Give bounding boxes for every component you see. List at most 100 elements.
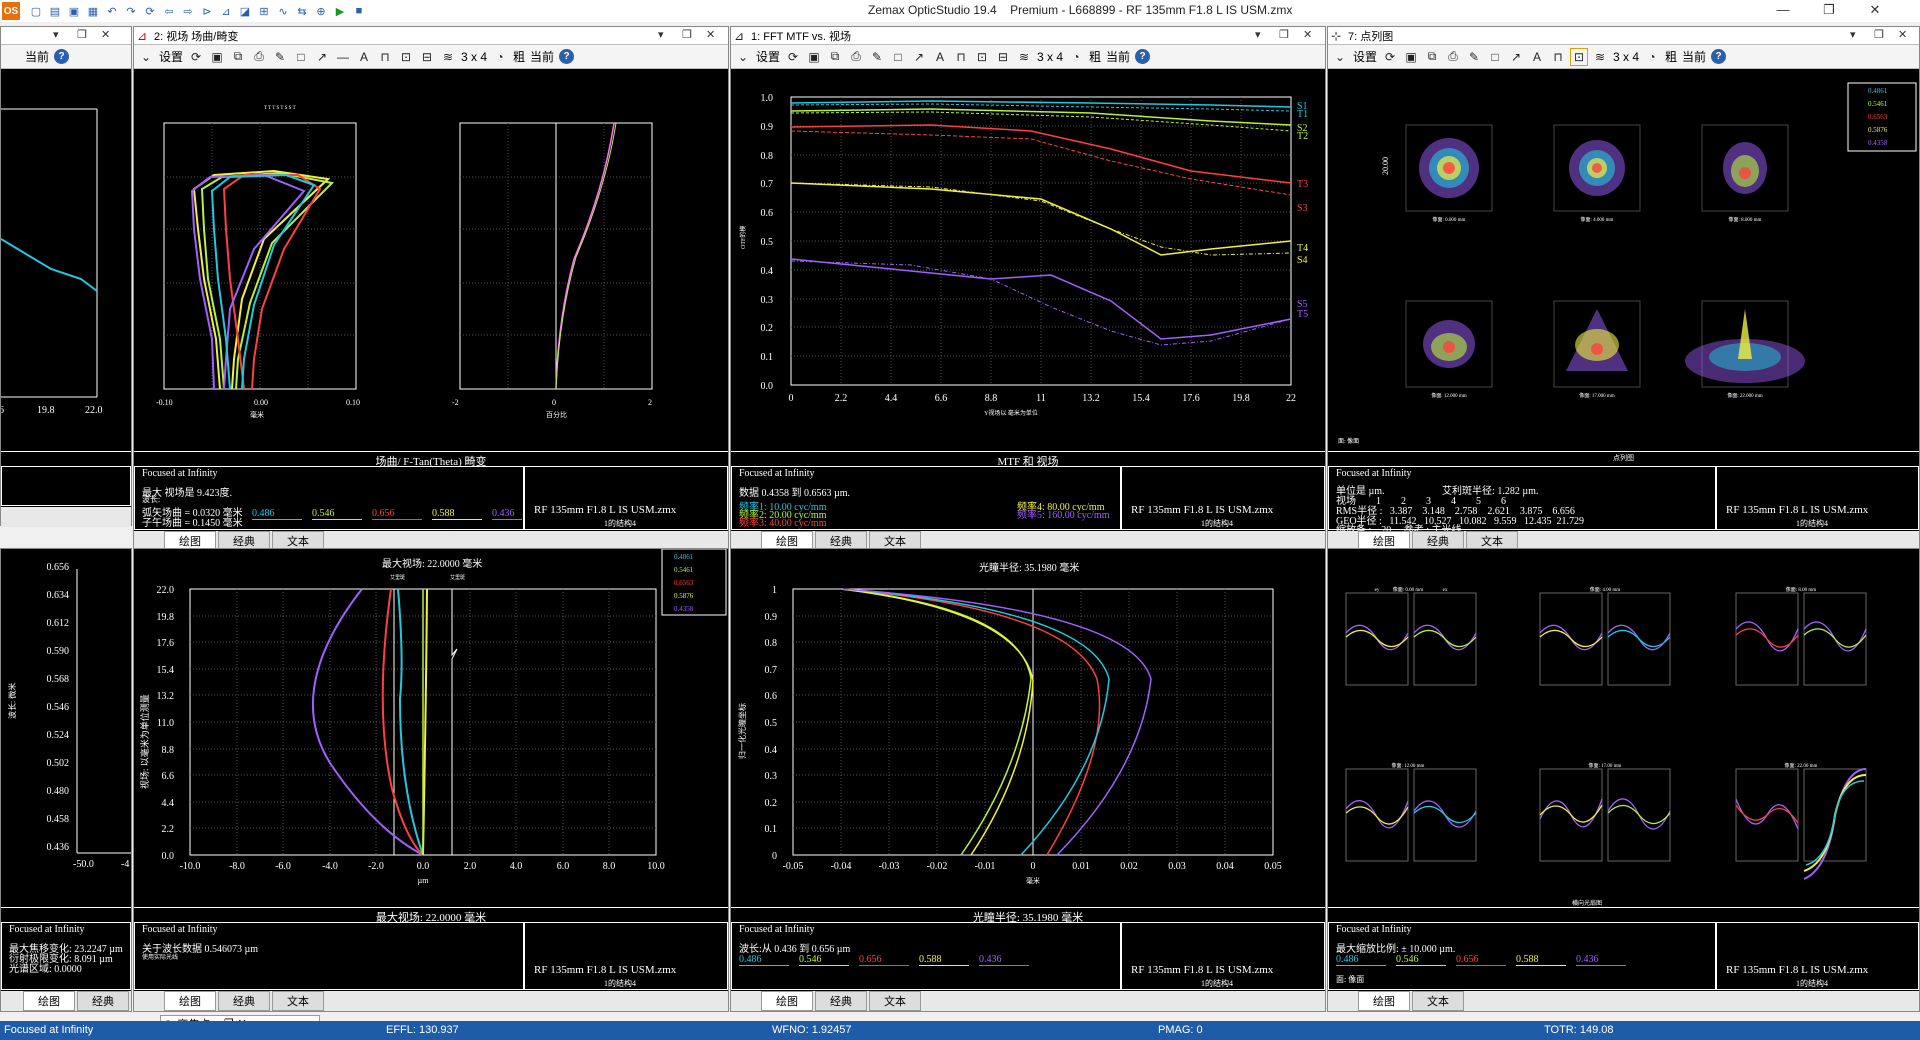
lens-icon[interactable]: ⊿	[218, 3, 234, 19]
arrow-icon[interactable]: ↗	[1508, 49, 1524, 65]
tab-graph[interactable]: 绘图	[1358, 991, 1410, 1011]
refresh-icon[interactable]: ⟳	[188, 49, 204, 65]
save-icon[interactable]: ▣	[66, 3, 82, 19]
close-icon[interactable]: ✕	[1852, 2, 1898, 20]
restore-icon[interactable]: ❐	[1874, 28, 1884, 41]
pencil-icon[interactable]: ✎	[869, 49, 885, 65]
back-icon[interactable]: ⇦	[161, 3, 177, 19]
clock-icon[interactable]: ◔	[492, 49, 508, 65]
pencil-icon[interactable]: ✎	[1466, 49, 1482, 65]
tab-classic[interactable]: 经典	[815, 991, 867, 1011]
arrow-icon[interactable]: ↗	[911, 49, 927, 65]
help-icon[interactable]: ?	[559, 49, 575, 64]
copy-icon[interactable]: ⧉	[1424, 49, 1440, 65]
line-weight-button[interactable]: 粗	[1665, 48, 1677, 65]
settings-button[interactable]: 设置	[1353, 48, 1377, 65]
settings-button[interactable]: 设置	[159, 48, 183, 65]
layout-icon[interactable]: ⊳	[199, 3, 215, 19]
print-icon[interactable]: ⎙	[1445, 49, 1461, 65]
current-button[interactable]: 当前	[530, 48, 554, 65]
current-button[interactable]: 当前	[1682, 48, 1706, 65]
line-weight-button[interactable]: 粗	[1089, 48, 1101, 65]
save-icon[interactable]: ▣	[209, 49, 225, 65]
help-icon[interactable]: ?	[54, 49, 70, 64]
text-icon[interactable]: A	[932, 49, 948, 65]
arrow-icon[interactable]: ↗	[314, 49, 330, 65]
settings-button[interactable]: 设置	[756, 48, 780, 65]
redo-icon[interactable]: ↷	[123, 3, 139, 19]
current-button[interactable]: 当前	[1106, 48, 1130, 65]
print-icon[interactable]: ⎙	[251, 49, 267, 65]
tolerance-icon[interactable]: ⊕	[313, 3, 329, 19]
help-icon[interactable]: ?	[1711, 49, 1727, 64]
dropdown-icon[interactable]: ▾	[1255, 28, 1261, 41]
save-icon[interactable]: ▣	[806, 49, 822, 65]
refresh-icon[interactable]: ⟳	[142, 3, 158, 19]
tab-classic[interactable]: 经典	[77, 991, 129, 1011]
layers-icon[interactable]: ≋	[440, 49, 456, 65]
refresh-icon[interactable]: ⟳	[1382, 49, 1398, 65]
pencil-icon[interactable]: ✎	[272, 49, 288, 65]
save-as-icon[interactable]: ▦	[85, 3, 101, 19]
chevron-down-icon[interactable]: ⌄	[138, 49, 154, 65]
tab-graph[interactable]: 绘图	[23, 991, 75, 1011]
chevron-down-icon[interactable]: ⌄	[735, 49, 751, 65]
field-icon[interactable]: ⊞	[256, 3, 272, 19]
rectangle-icon[interactable]: □	[293, 49, 309, 65]
copy-icon[interactable]: ⧉	[827, 49, 843, 65]
new-file-icon[interactable]: ▢	[28, 3, 44, 19]
wave-icon[interactable]: ∿	[275, 3, 291, 19]
clock-icon[interactable]: ◔	[1068, 49, 1084, 65]
print-icon[interactable]: ⎙	[848, 49, 864, 65]
grid-size-button[interactable]: 3 x 4	[1613, 50, 1639, 64]
restore-icon[interactable]: ❐	[1279, 28, 1289, 41]
maximize-icon[interactable]: ❐	[1806, 2, 1852, 20]
grid-size-button[interactable]: 3 x 4	[461, 50, 487, 64]
text-icon[interactable]: A	[356, 49, 372, 65]
rectangle-icon[interactable]: □	[1487, 49, 1503, 65]
lock-icon[interactable]: ⊓	[1550, 49, 1566, 65]
close-icon[interactable]: ✕	[706, 28, 715, 41]
fit-icon[interactable]: ⊡	[974, 49, 990, 65]
tab-graph[interactable]: 绘图	[761, 991, 813, 1011]
close-icon[interactable]: ✕	[101, 28, 110, 41]
lock-icon[interactable]: ⊓	[953, 49, 969, 65]
window-icon[interactable]: ⊟	[995, 49, 1011, 65]
restore-icon[interactable]: ❐	[682, 28, 692, 41]
help-icon[interactable]: ?	[1135, 49, 1151, 64]
tab-text[interactable]: 文本	[869, 991, 921, 1011]
close-icon[interactable]: ✕	[1898, 28, 1907, 41]
tab-classic[interactable]: 经典	[218, 991, 270, 1011]
grid-size-button[interactable]: 3 x 4	[1037, 50, 1063, 64]
play-icon[interactable]: ▶	[332, 3, 348, 19]
line-weight-button[interactable]: 粗	[513, 48, 525, 65]
fit-icon[interactable]: ⊡	[1570, 47, 1589, 66]
text-icon[interactable]: A	[1529, 49, 1545, 65]
copy-icon[interactable]: ⧉	[230, 49, 246, 65]
layers-icon[interactable]: ≋	[1016, 49, 1032, 65]
minimize-icon[interactable]: —	[1760, 2, 1806, 20]
undo-icon[interactable]: ↶	[104, 3, 120, 19]
dropdown-icon[interactable]: ▾	[53, 28, 59, 41]
stop-icon[interactable]: ■	[351, 3, 367, 19]
forward-icon[interactable]: ⇨	[180, 3, 196, 19]
open-file-icon[interactable]: ▤	[47, 3, 63, 19]
save-icon[interactable]: ▣	[1403, 49, 1419, 65]
optimize-icon[interactable]: ⇆	[294, 3, 310, 19]
line-icon[interactable]: —	[335, 49, 351, 65]
fit-icon[interactable]: ⊡	[398, 49, 414, 65]
clock-icon[interactable]: ◔	[1644, 49, 1660, 65]
tab-graph[interactable]: 绘图	[164, 991, 216, 1011]
dropdown-icon[interactable]: ▾	[658, 28, 664, 41]
rectangle-icon[interactable]: □	[890, 49, 906, 65]
close-icon[interactable]: ✕	[1303, 28, 1312, 41]
refresh-icon[interactable]: ⟳	[785, 49, 801, 65]
dropdown-icon[interactable]: ▾	[1850, 28, 1856, 41]
current-button[interactable]: 当前	[25, 48, 49, 65]
window-icon[interactable]: ⊟	[419, 49, 435, 65]
chevron-down-icon[interactable]: ⌄	[1332, 49, 1348, 65]
lock-icon[interactable]: ⊓	[377, 49, 393, 65]
glass-icon[interactable]: ◪	[237, 3, 253, 19]
tab-text[interactable]: 文本	[1412, 991, 1464, 1011]
restore-icon[interactable]: ❐	[77, 28, 87, 41]
